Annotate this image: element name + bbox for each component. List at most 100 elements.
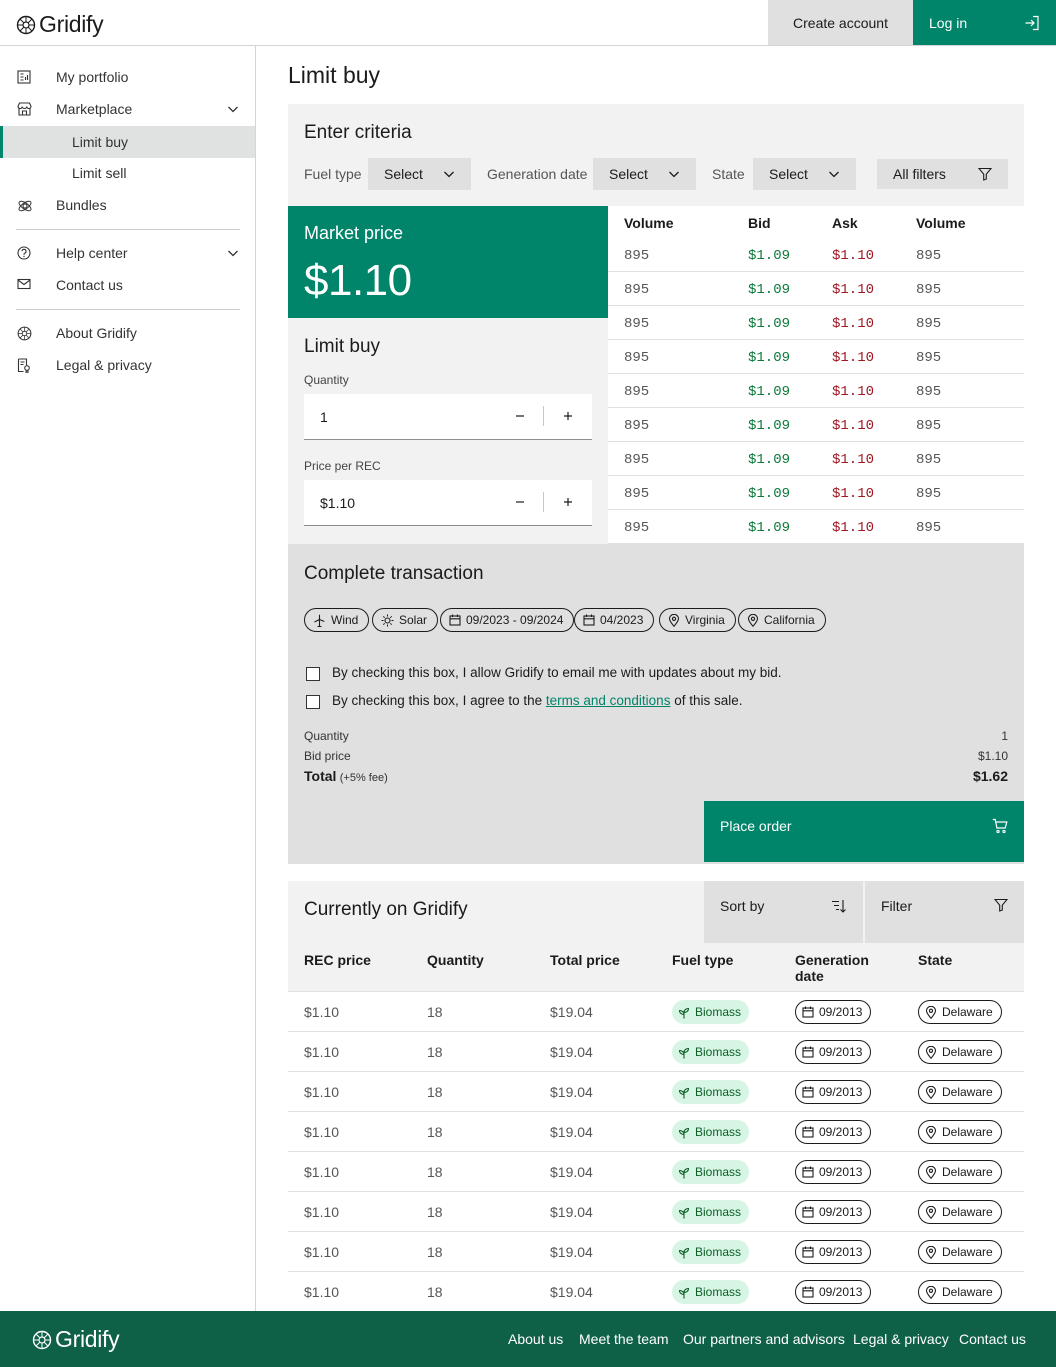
fuel-type-select[interactable]: Select [368, 158, 471, 190]
table-row[interactable]: $1.10 18 $19.04 Biomass 09/2013 Delaware [288, 1071, 1024, 1111]
tag-virginia[interactable]: Virginia [659, 608, 736, 632]
tag-generation-range[interactable]: 09/2023 - 09/2024 [440, 608, 575, 632]
filter-button[interactable]: Filter [865, 881, 1024, 943]
generation-date-label: 09/2013 [819, 1125, 863, 1139]
bid-volume-cell: 895 [624, 486, 650, 502]
bid-price-cell: $1.09 [748, 248, 791, 264]
terms-checkbox[interactable] [306, 695, 320, 709]
state-badge: Delaware [918, 1200, 1002, 1224]
order-book-row[interactable]: 895 $1.09 $1.10 895 [608, 510, 1024, 544]
increment-quantity-button[interactable] [560, 408, 576, 424]
location-pin-icon [925, 1045, 937, 1059]
table-row[interactable]: $1.10 18 $19.04 Biomass 09/2013 Delaware [288, 1151, 1024, 1191]
place-order-button[interactable]: Place order [704, 801, 1024, 862]
sort-by-button[interactable]: Sort by [704, 881, 863, 943]
column-header-quantity: Quantity [427, 952, 484, 968]
footer-link-about-us[interactable]: About us [508, 1331, 563, 1347]
login-button[interactable]: Log in [913, 0, 1056, 45]
tag-label: Virginia [685, 613, 725, 627]
order-book-row[interactable]: 895 $1.09 $1.10 895 [608, 374, 1024, 408]
state-select[interactable]: Select [753, 158, 856, 190]
fuel-type-label: Biomass [695, 1285, 742, 1299]
order-book-row[interactable]: 895 $1.09 $1.10 895 [608, 340, 1024, 374]
sidebar-item-limit-sell[interactable]: Limit sell [0, 157, 255, 189]
ask-volume-cell: 895 [916, 418, 942, 434]
fuel-type-badge: Biomass [672, 1080, 750, 1104]
decrement-quantity-button[interactable] [512, 408, 528, 424]
order-book-row[interactable]: 895 $1.09 $1.10 895 [608, 272, 1024, 306]
tag-generation-date[interactable]: 04/2023 [574, 608, 655, 632]
generation-date-select[interactable]: Select [593, 158, 696, 190]
portfolio-icon [17, 70, 31, 84]
create-account-button[interactable]: Create account [768, 0, 913, 45]
tag-wind[interactable]: Wind [304, 608, 370, 632]
chevron-down-icon [227, 247, 239, 259]
all-filters-button[interactable]: All filters [877, 159, 1008, 189]
price-per-rec-stepper[interactable]: $1.10 [304, 480, 592, 526]
summary-fee-note: (+5% fee) [339, 772, 388, 784]
order-book-row[interactable]: 895 $1.09 $1.10 895 [608, 476, 1024, 510]
order-book-row[interactable]: 895 $1.09 $1.10 895 [608, 442, 1024, 476]
summary-quantity-label: Quantity [304, 729, 349, 743]
tag-california[interactable]: California [738, 608, 826, 632]
filter-icon [978, 167, 992, 181]
location-pin-icon [925, 1285, 937, 1299]
sidebar-item-help-center[interactable]: Help center [0, 237, 255, 269]
ask-volume-cell: 895 [916, 520, 942, 536]
quantity-cell: 18 [427, 1164, 443, 1180]
bid-price-cell: $1.09 [748, 350, 791, 366]
generation-date-badge: 09/2013 [795, 1160, 872, 1184]
table-row[interactable]: $1.10 18 $19.04 Biomass 09/2013 Delaware [288, 1111, 1024, 1151]
summary-bid-label: Bid price [304, 749, 351, 763]
state-badge: Delaware [918, 1120, 1002, 1144]
fuel-type-badge: Biomass [672, 1200, 750, 1224]
generation-date-label: 09/2013 [819, 1085, 863, 1099]
decrement-price-button[interactable] [512, 494, 528, 510]
rec-price-cell: $1.10 [304, 1044, 340, 1060]
table-row[interactable]: $1.10 18 $19.04 Biomass 09/2013 Delaware [288, 1191, 1024, 1231]
quantity-cell: 18 [427, 1084, 443, 1100]
ask-volume-cell: 895 [916, 452, 942, 468]
increment-price-button[interactable] [560, 494, 576, 510]
footer-link-partners[interactable]: Our partners and advisors [683, 1331, 845, 1347]
chevron-up-icon [227, 103, 239, 115]
footer-link-meet-the-team[interactable]: Meet the team [579, 1331, 669, 1347]
sidebar-item-my-portfolio[interactable]: My portfolio [0, 61, 255, 93]
footer-brand-logo[interactable]: Gridify [32, 1326, 120, 1353]
order-book-row[interactable]: 895 $1.09 $1.10 895 [608, 306, 1024, 340]
brand-logo[interactable]: Gridify [16, 11, 104, 38]
table-row[interactable]: $1.10 18 $19.04 Biomass 09/2013 Delaware [288, 991, 1024, 1031]
quantity-stepper[interactable]: 1 [304, 394, 592, 440]
table-row[interactable]: $1.10 18 $19.04 Biomass 09/2013 Delaware [288, 1231, 1024, 1271]
sidebar-item-limit-buy[interactable]: Limit buy [0, 126, 255, 158]
quantity-cell: 18 [427, 1124, 443, 1140]
sidebar-divider [16, 229, 240, 230]
sidebar-item-contact-us[interactable]: Contact us [0, 269, 255, 301]
footer-link-contact-us[interactable]: Contact us [959, 1331, 1026, 1347]
table-row[interactable]: $1.10 18 $19.04 Biomass 09/2013 Delaware [288, 1271, 1024, 1311]
login-icon [1024, 15, 1040, 31]
terms-and-conditions-link[interactable]: terms and conditions [546, 693, 671, 708]
column-header-fuel-type: Fuel type [672, 952, 734, 968]
order-book-row[interactable]: 895 $1.09 $1.10 895 [608, 238, 1024, 272]
order-book-row[interactable]: 895 $1.09 $1.10 895 [608, 408, 1024, 442]
ask-price-cell: $1.10 [832, 486, 875, 502]
total-price-cell: $19.04 [550, 1044, 593, 1060]
complete-transaction-title: Complete transaction [304, 563, 484, 584]
footer-link-legal-privacy[interactable]: Legal & privacy [853, 1331, 949, 1347]
sidebar-item-bundles[interactable]: Bundles [0, 189, 255, 221]
fuel-type-label: Biomass [695, 1085, 742, 1099]
state-label: Delaware [942, 1165, 993, 1179]
fuel-type-label: Fuel type [304, 166, 362, 182]
calendar-icon [802, 1246, 814, 1258]
tag-solar[interactable]: Solar [372, 608, 439, 632]
table-row[interactable]: $1.10 18 $19.04 Biomass 09/2013 Delaware [288, 1031, 1024, 1071]
sidebar-item-legal-privacy[interactable]: Legal & privacy [0, 349, 255, 381]
sidebar-item-about-gridify[interactable]: About Gridify [0, 317, 255, 349]
email-updates-checkbox[interactable] [306, 667, 320, 681]
leaf-icon [678, 1246, 690, 1259]
fuel-type-badge: Biomass [672, 1240, 750, 1264]
sidebar-item-marketplace[interactable]: Marketplace [0, 93, 255, 125]
mail-icon [17, 278, 31, 290]
generation-date-label: 09/2013 [819, 1205, 863, 1219]
